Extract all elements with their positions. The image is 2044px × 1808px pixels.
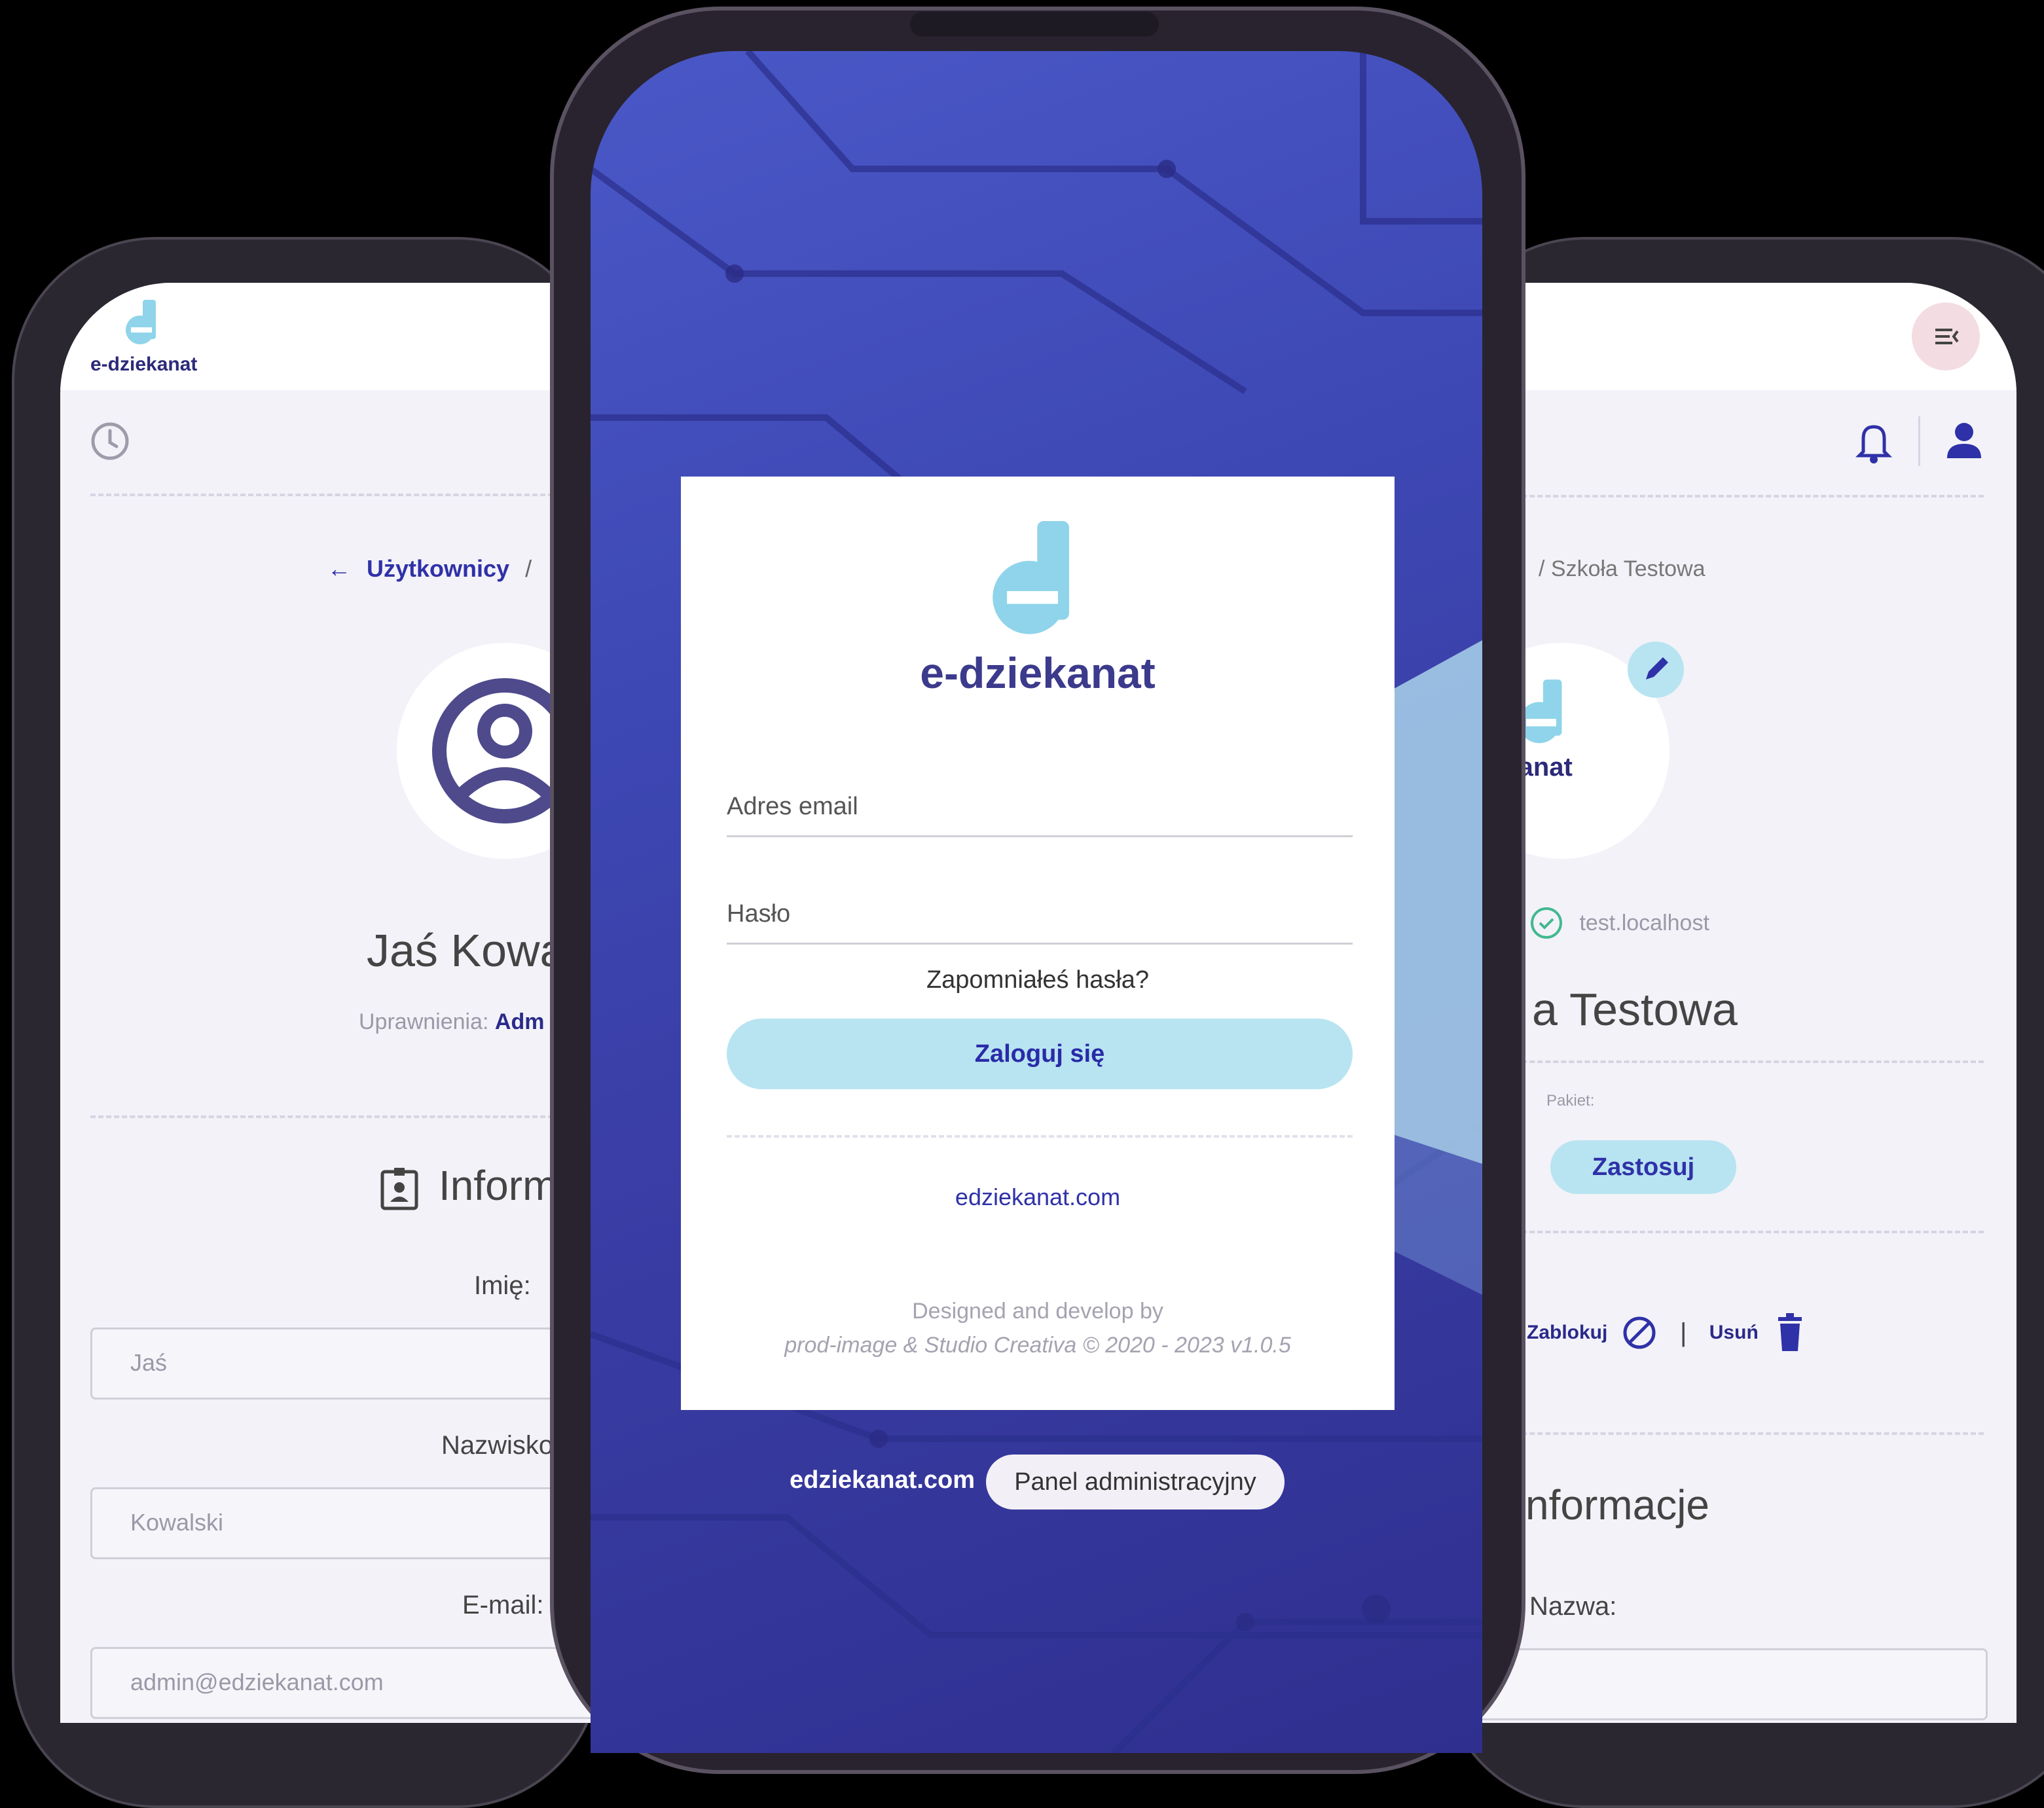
login-brand-name: e-dziekanat bbox=[920, 649, 1156, 697]
site-link[interactable]: edziekanat.com bbox=[681, 1184, 1395, 1211]
name-label: Nazwa: bbox=[1529, 1592, 1617, 1621]
permissions: Uprawnienia: Adm bbox=[359, 1009, 544, 1035]
header-divider bbox=[1467, 495, 1984, 497]
breadcrumb: ← Użytkownicy / bbox=[327, 555, 532, 583]
package-label: Pakiet: bbox=[1546, 1092, 1595, 1110]
permissions-label: Uprawnienia: bbox=[359, 1009, 489, 1034]
email-field[interactable] bbox=[727, 757, 1353, 837]
login-card: e-dziekanat Zapomniałeś hasła? Zaloguj s… bbox=[681, 477, 1395, 1410]
domain-row: test.localhost bbox=[1529, 906, 1709, 940]
section-divider bbox=[1467, 1060, 1984, 1063]
credits-line1: Designed and develop by bbox=[912, 1299, 1163, 1324]
section-divider bbox=[1467, 1432, 1984, 1435]
apply-button[interactable]: Zastosuj bbox=[1550, 1140, 1736, 1194]
bell-icon[interactable] bbox=[1854, 419, 1893, 465]
clock-icon[interactable] bbox=[89, 420, 131, 462]
section-title: nformacje bbox=[1525, 1481, 1709, 1528]
email-label: E-mail: bbox=[462, 1591, 544, 1619]
permissions-value: Adm bbox=[494, 1009, 545, 1034]
school-name: a Testowa bbox=[1532, 984, 1738, 1035]
menu-collapse-icon bbox=[1935, 329, 1959, 344]
section-title: Inform bbox=[439, 1162, 558, 1209]
brand-name: e-dziekanat bbox=[90, 353, 198, 375]
right-phone-screen: / Szkoła Testowa ziekanat test.localhost… bbox=[1467, 283, 2017, 1723]
pencil-icon bbox=[1646, 657, 1668, 679]
domain-text: test.localhost bbox=[1579, 910, 1709, 935]
trash-icon[interactable] bbox=[1776, 1313, 1804, 1352]
actions-separator: | bbox=[1680, 1318, 1687, 1347]
first-name-label: Imię: bbox=[474, 1271, 531, 1300]
brand-logo-icon bbox=[993, 521, 1069, 634]
last-name-label: Nazwisko bbox=[441, 1431, 554, 1460]
check-circle-icon bbox=[1531, 907, 1562, 939]
forgot-password-link[interactable]: Zapomniałeś hasła? bbox=[681, 966, 1395, 994]
user-icon[interactable] bbox=[1944, 419, 1984, 461]
toolbar-divider bbox=[1918, 416, 1920, 466]
dynamic-island bbox=[910, 12, 1159, 37]
password-input[interactable] bbox=[727, 900, 1353, 928]
email-input[interactable] bbox=[727, 793, 1353, 821]
brand-logo-icon bbox=[126, 300, 156, 344]
block-icon[interactable] bbox=[1621, 1314, 1658, 1351]
login-button[interactable]: Zaloguj się bbox=[727, 1019, 1353, 1089]
section-divider bbox=[1467, 1231, 1984, 1233]
delete-link[interactable]: Usuń bbox=[1709, 1322, 1759, 1343]
edit-logo-button[interactable] bbox=[1628, 642, 1684, 698]
name-field[interactable] bbox=[1467, 1648, 1988, 1720]
breadcrumb-separator: / bbox=[525, 555, 532, 582]
actions-row: Zablokuj | Usuń bbox=[1527, 1313, 1804, 1352]
card-divider bbox=[727, 1135, 1353, 1138]
admin-panel-button[interactable]: Panel administracyjny bbox=[986, 1455, 1285, 1510]
footer-site-link[interactable]: edziekanat.com bbox=[790, 1466, 975, 1494]
breadcrumb-school: / Szkoła Testowa bbox=[1539, 556, 1706, 581]
right-app-bar bbox=[1467, 283, 2017, 390]
credits-line2: prod-image & Studio Creativa © 2020 - 20… bbox=[784, 1333, 1291, 1358]
menu-collapse-button[interactable] bbox=[1912, 302, 1980, 371]
id-badge-icon bbox=[380, 1168, 418, 1210]
breadcrumb-users-link[interactable]: Użytkownicy bbox=[367, 555, 509, 582]
user-name: Jaś Kowa bbox=[367, 925, 566, 976]
password-field[interactable] bbox=[727, 864, 1353, 945]
block-link[interactable]: Zablokuj bbox=[1527, 1322, 1607, 1343]
arrow-left-icon[interactable]: ← bbox=[327, 555, 351, 582]
